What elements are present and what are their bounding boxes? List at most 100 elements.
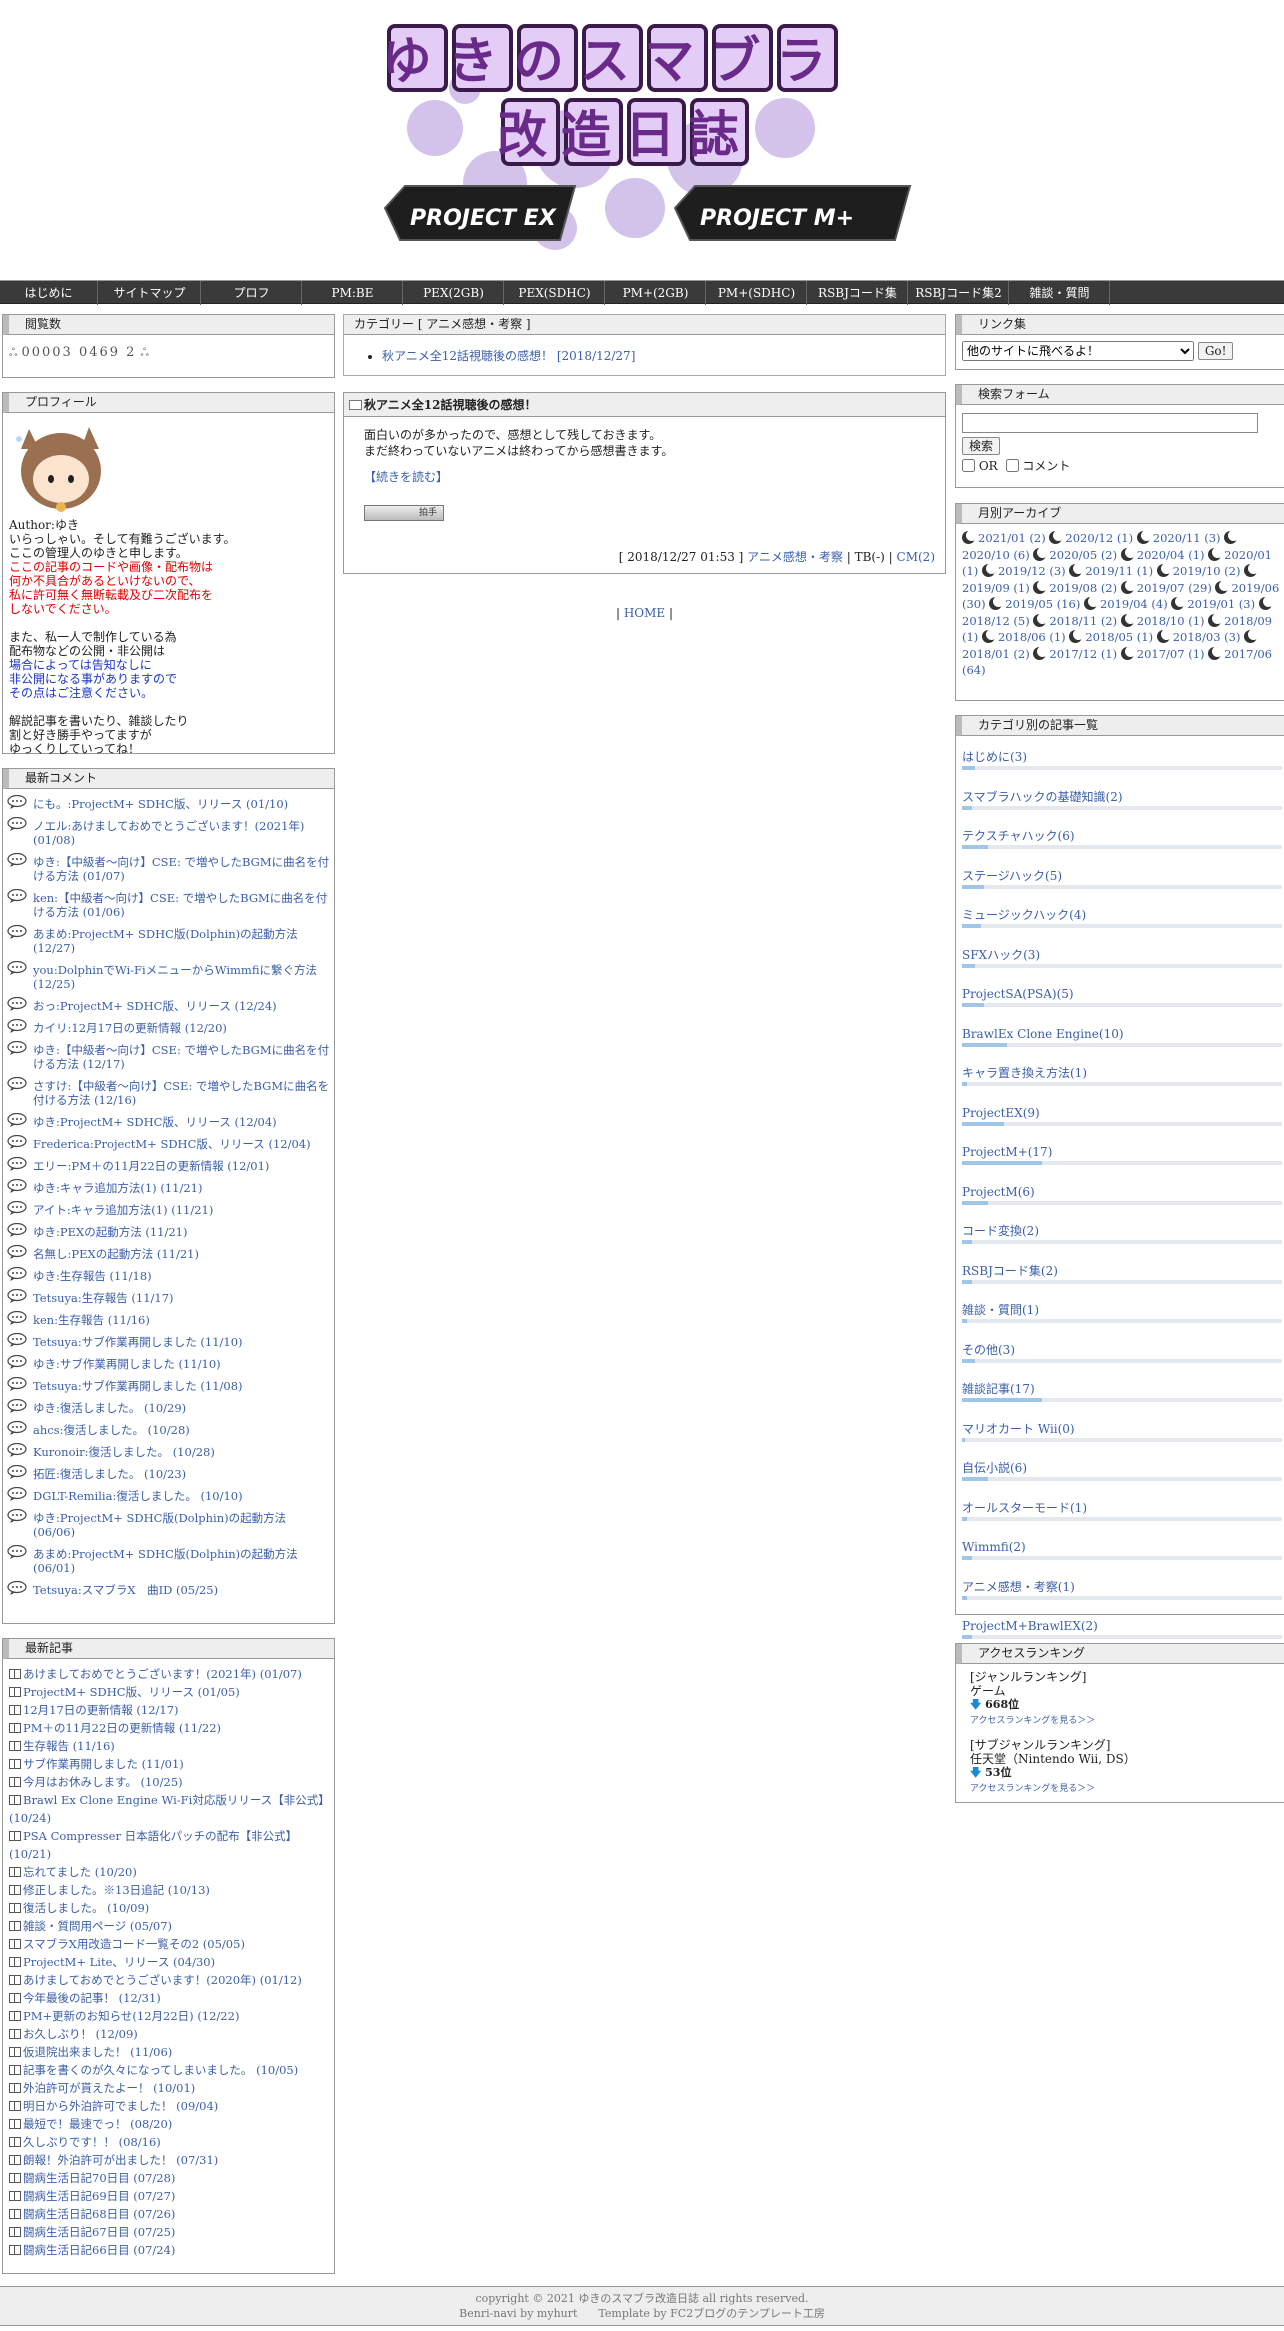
entry-link[interactable]: 朗報！外泊許可が出ました！ (07/31) [23,2153,218,2167]
comment-link[interactable]: DGLT-Remilia:復活しました。 (10/10) [33,1489,243,1503]
read-more-link[interactable]: 【続きを読む】 [364,470,448,484]
entry-link[interactable]: PM＋の11月22日の更新情報 (11/22) [23,1721,221,1735]
entry-link[interactable]: 記事を書くのが久々になってしまいました。 (10/05) [23,2063,298,2077]
category-link[interactable]: Wimmfi(2) [962,1540,1026,1554]
entry-link[interactable]: 最短で！最速でっ！ (08/20) [23,2117,172,2131]
entry-link[interactable]: 復活しました。 (10/09) [23,1901,149,1915]
nav-profile[interactable]: プロフ [202,281,302,305]
archive-link[interactable]: 2020/11 (3) [1153,531,1221,545]
category-link[interactable]: RSBJコード集(2) [962,1264,1058,1278]
category-link[interactable]: ProjectEX(9) [962,1106,1040,1120]
category-link[interactable]: ProjectM+(17) [962,1145,1052,1159]
entry-link[interactable]: 闘病生活日記67日目 (07/25) [23,2225,175,2239]
category-article-link[interactable]: 秋アニメ全12話視聴後の感想！ [2018/12/27] [382,349,635,363]
entry-link[interactable]: 闘病生活日記68日目 (07/26) [23,2207,175,2221]
article-title[interactable]: 秋アニメ全12話視聴後の感想！ [364,398,536,412]
nav-hajimeni[interactable]: はじめに [0,281,98,305]
search-or-checkbox[interactable] [962,459,975,472]
category-link[interactable]: テクスチャハック(6) [962,829,1075,843]
article-comments-link[interactable]: CM(2) [897,550,935,564]
comment-link[interactable]: ゆき:ProjectM+ SDHC版(Dolphin)の起動方法 (06/06) [33,1511,286,1539]
entry-link[interactable]: 修正しました。※13日追記 (10/13) [23,1883,210,1897]
entry-link[interactable]: ProjectM+ Lite、リリース (04/30) [23,1955,215,1969]
nav-pex-2gb[interactable]: PEX(2GB) [404,281,504,305]
entry-link[interactable]: 久しぶりです！！ (08/16) [23,2135,161,2149]
comment-link[interactable]: カイリ:12月17日の更新情報 (12/20) [33,1021,227,1035]
category-link[interactable]: BrawlEx Clone Engine(10) [962,1027,1124,1041]
search-button[interactable]: 検索 [962,437,1001,455]
links-select[interactable]: 他のサイトに飛べるよ！ [962,341,1194,361]
comment-link[interactable]: Tetsuya:サブ作業再開しました (11/10) [33,1335,243,1349]
category-link[interactable]: 雑談・質問(1) [962,1303,1039,1317]
article-category-link[interactable]: アニメ感想・考察 [747,550,843,564]
comment-link[interactable]: Tetsuya:サブ作業再開しました (11/08) [33,1379,243,1393]
comment-link[interactable]: あまめ:ProjectM+ SDHC版(Dolphin)の起動方法 (12/27… [33,927,298,955]
comment-link[interactable]: ken:生存報告 (11/16) [33,1313,150,1327]
category-link[interactable]: その他(3) [962,1343,1015,1357]
comment-link[interactable]: ゆき:ProjectM+ SDHC版、リリース (12/04) [33,1115,277,1129]
entry-link[interactable]: ProjectM+ SDHC版、リリース (01/05) [23,1685,240,1699]
comment-link[interactable]: Tetsuya:スマブラX 曲ID (05/25) [33,1583,218,1597]
archive-link[interactable]: 2018/01 (2) [962,647,1030,661]
archive-link[interactable]: 2017/12 (1) [1049,647,1117,661]
comment-link[interactable]: ahcs:復活しました。 (10/28) [33,1423,190,1437]
archive-link[interactable]: 2018/05 (1) [1085,630,1153,644]
entry-link[interactable]: 雑談・質問用ページ (05/07) [23,1919,172,1933]
archive-link[interactable]: 2019/05 (16) [1005,597,1080,611]
archive-link[interactable]: 2021/01 (2) [978,531,1046,545]
archive-link[interactable]: 2018/10 (1) [1137,614,1205,628]
ranking-genre-link[interactable]: アクセスランキングを見る＞＞ [970,1716,1095,1726]
category-link[interactable]: キャラ置き換え方法(1) [962,1066,1087,1080]
comment-link[interactable]: ゆき:サブ作業再開しました (11/10) [33,1357,221,1371]
nav-pmplus-sdhc[interactable]: PM+(SDHC) [707,281,807,305]
category-link[interactable]: ProjectM+BrawlEX(2) [962,1619,1098,1633]
comment-link[interactable]: 拓匠:復活しました。 (10/23) [33,1467,186,1481]
category-link[interactable]: マリオカート Wii(0) [962,1422,1075,1436]
archive-link[interactable]: 2019/07 (29) [1137,581,1212,595]
comment-link[interactable]: ゆき:【中級者～向け】CSE: で増やしたBGMに曲名を付ける方法 (12/17… [33,1043,329,1071]
entry-link[interactable]: 仮退院出来ました！ (11/06) [23,2045,172,2059]
comment-link[interactable]: 名無し:PEXの起動方法 (11/21) [33,1247,199,1261]
comment-link[interactable]: あまめ:ProjectM+ SDHC版(Dolphin)の起動方法 (06/01… [33,1547,298,1575]
comment-link[interactable]: you:DolphinでWi-FiメニューからWimmfiに繋ぐ方法 (12/2… [33,963,317,991]
archive-link[interactable]: 2018/11 (2) [1049,614,1117,628]
nav-rsbj-codes-2[interactable]: RSBJコード集2 [909,281,1009,305]
entry-link[interactable]: 忘れてました (10/20) [23,1865,137,1879]
entry-link[interactable]: スマブラX用改造コード一覧その2 (05/05) [23,1937,245,1951]
comment-link[interactable]: Frederica:ProjectM+ SDHC版、リリース (12/04) [33,1137,311,1151]
home-link[interactable]: HOME [624,606,665,620]
comment-link[interactable]: アイト:キャラ追加方法(1) (11/21) [33,1203,213,1217]
nav-pmplus-2gb[interactable]: PM+(2GB) [606,281,706,305]
archive-link[interactable]: 2019/04 (4) [1100,597,1168,611]
entry-link[interactable]: 闘病生活日記66日目 (07/24) [23,2243,175,2257]
comment-link[interactable]: ken:【中級者～向け】CSE: で増やしたBGMに曲名を付ける方法 (01/0… [33,891,327,919]
entry-link[interactable]: 生存報告 (11/16) [23,1739,115,1753]
comment-link[interactable]: ゆき:キャラ追加方法(1) (11/21) [33,1181,202,1195]
comment-link[interactable]: ゆき:PEXの起動方法 (11/21) [33,1225,187,1239]
entry-link[interactable]: 今月はお休みします。 (10/25) [23,1775,183,1789]
search-comment-checkbox[interactable] [1005,459,1019,472]
category-link[interactable]: ミュージックハック(4) [962,908,1086,922]
category-link[interactable]: コード変換(2) [962,1224,1039,1238]
comment-link[interactable]: ゆき:生存報告 (11/18) [33,1269,152,1283]
entry-link[interactable]: 闘病生活日記70日目 (07/28) [23,2171,175,2185]
entry-link[interactable]: 闘病生活日記69日目 (07/27) [23,2189,175,2203]
search-input[interactable] [962,413,1258,433]
comment-link[interactable]: さすけ:【中級者～向け】CSE: で増やしたBGMに曲名を付ける方法 (12/1… [33,1079,329,1107]
ranking-sub-link[interactable]: アクセスランキングを見る＞＞ [970,1784,1095,1794]
entry-link[interactable]: お久しぶり！ (12/09) [23,2027,138,2041]
entry-link[interactable]: PSA Compresser 日本語化パッチの配布【非公式】 (10/21) [9,1829,297,1861]
category-link[interactable]: はじめに(3) [962,750,1027,764]
entry-link[interactable]: Brawl Ex Clone Engine Wi-Fi対応版リリース【非公式】 … [9,1793,330,1825]
archive-link[interactable]: 2018/06 (1) [998,630,1066,644]
clap-button[interactable]: 拍手 [364,505,444,521]
entry-link[interactable]: 今年最後の記事！ (12/31) [23,1991,161,2005]
comment-link[interactable]: ゆき:【中級者～向け】CSE: で増やしたBGMに曲名を付ける方法 (01/07… [33,855,329,883]
archive-link[interactable]: 2019/11 (1) [1085,564,1153,578]
entry-link[interactable]: あけましておめでとうございます！(2021年) (01/07) [23,1667,302,1681]
entry-link[interactable]: 12月17日の更新情報 (12/17) [23,1703,179,1717]
entry-link[interactable]: 外泊許可が貰えたよー！ (10/01) [23,2081,195,2095]
archive-link[interactable]: 2019/01 (3) [1187,597,1255,611]
archive-link[interactable]: 2018/12 (5) [962,614,1030,628]
category-link[interactable]: ProjectSA(PSA)(5) [962,987,1074,1001]
